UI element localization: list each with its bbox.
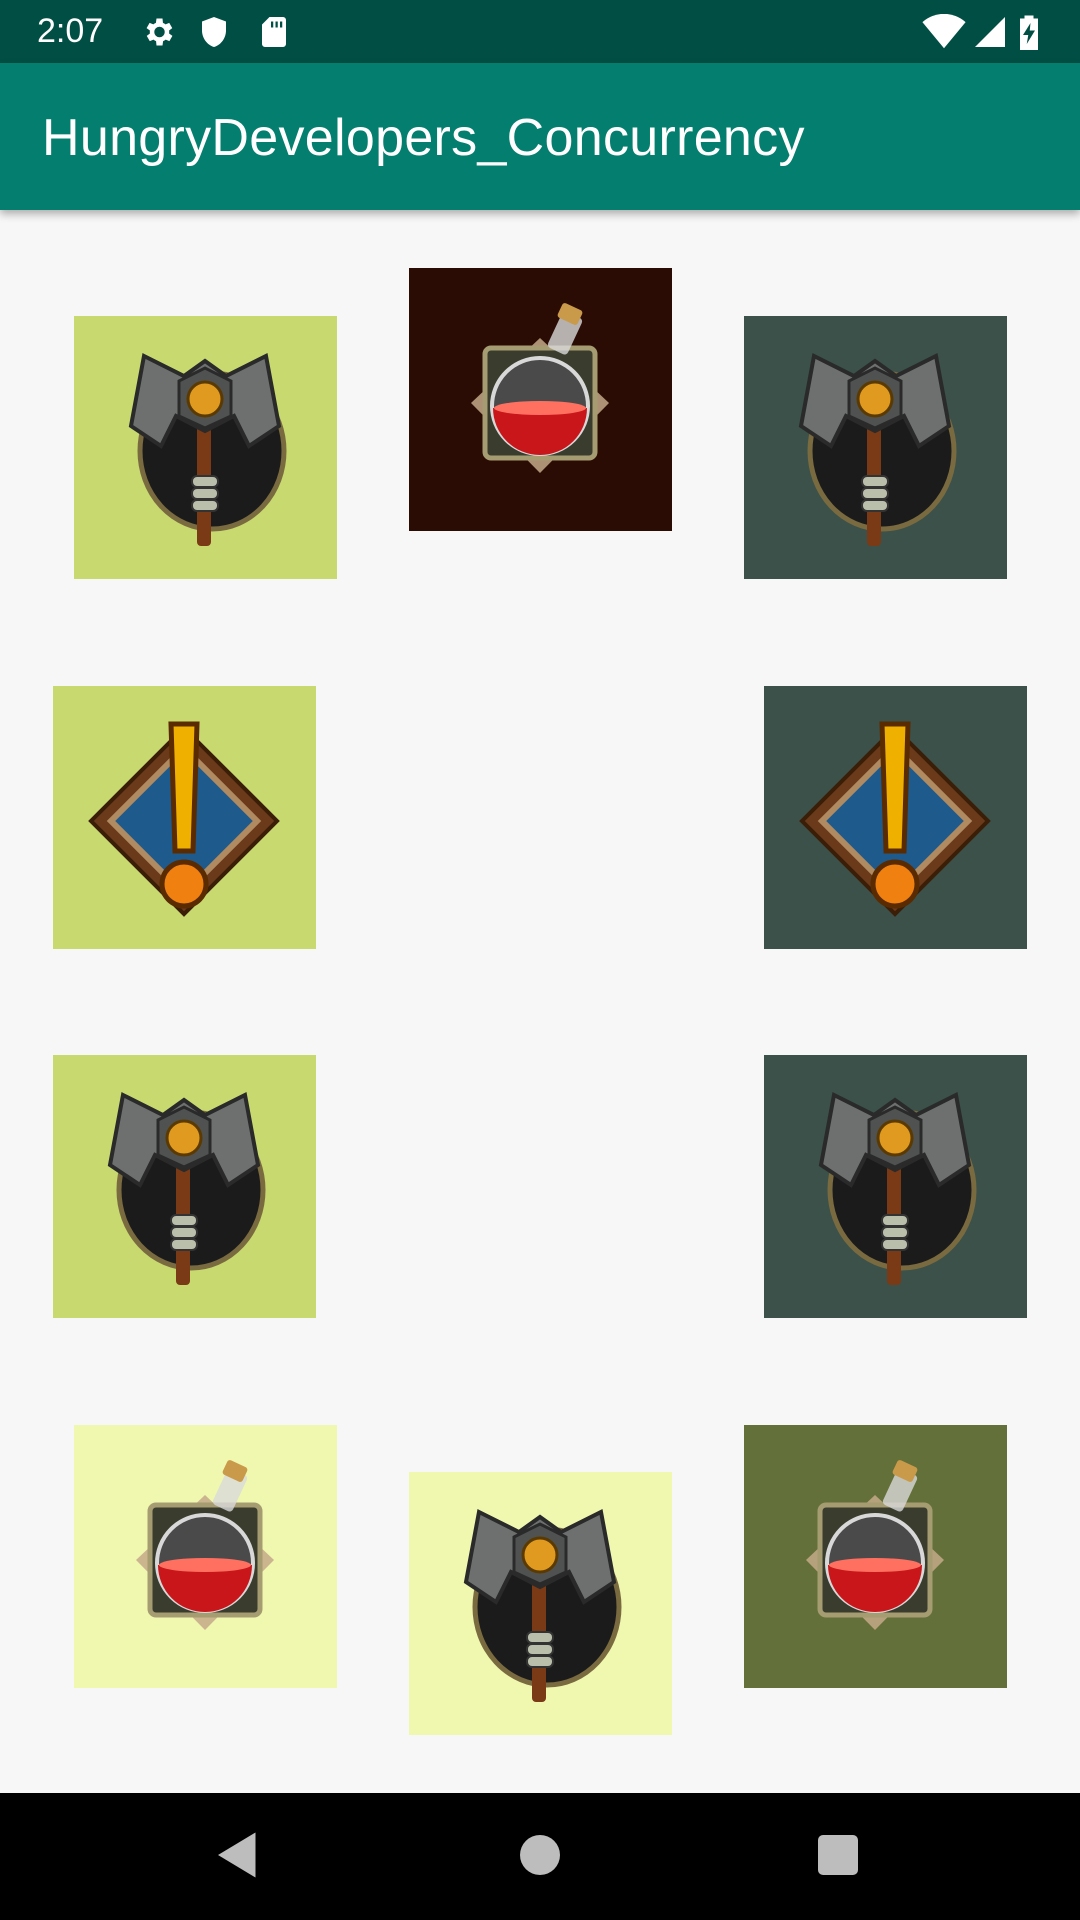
axe-icon [744,316,1007,579]
page-title: HungryDevelopers_Concurrency [42,109,805,167]
image-grid [0,210,1080,1793]
status-bar: 2:07 [0,0,1080,63]
home-icon [520,1835,560,1875]
axe-icon [764,1055,1027,1318]
app-bar: HungryDevelopers_Concurrency [0,63,1080,210]
signal-icon [975,17,1005,47]
axe-icon [409,1472,672,1735]
grid-tile[interactable] [74,316,337,579]
grid-tile[interactable] [744,1425,1007,1688]
grid-tile[interactable] [744,316,1007,579]
sd-card-icon [262,17,286,47]
axe-icon [74,316,337,579]
axe-icon [53,1055,316,1318]
status-time: 2:07 [37,12,104,50]
grid-tile[interactable] [74,1425,337,1688]
shield-icon [202,17,226,47]
alert-icon [53,686,316,949]
grid-tile[interactable] [409,268,672,531]
grid-tile[interactable] [53,1055,316,1318]
back-button[interactable] [208,1825,268,1885]
back-icon [218,1832,256,1878]
navigation-bar [0,1793,1080,1920]
battery-charging-icon [1020,15,1038,50]
potion-icon [744,1425,1007,1688]
recents-icon [818,1835,858,1875]
potion-icon [74,1425,337,1688]
grid-tile[interactable] [764,686,1027,949]
gear-icon [146,18,173,46]
potion-icon [409,268,672,531]
grid-tile[interactable] [409,1472,672,1735]
recents-button[interactable] [808,1825,868,1885]
grid-tile[interactable] [53,686,316,949]
home-button[interactable] [510,1825,570,1885]
wifi-icon [922,14,966,49]
alert-icon [764,686,1027,949]
grid-tile[interactable] [764,1055,1027,1318]
